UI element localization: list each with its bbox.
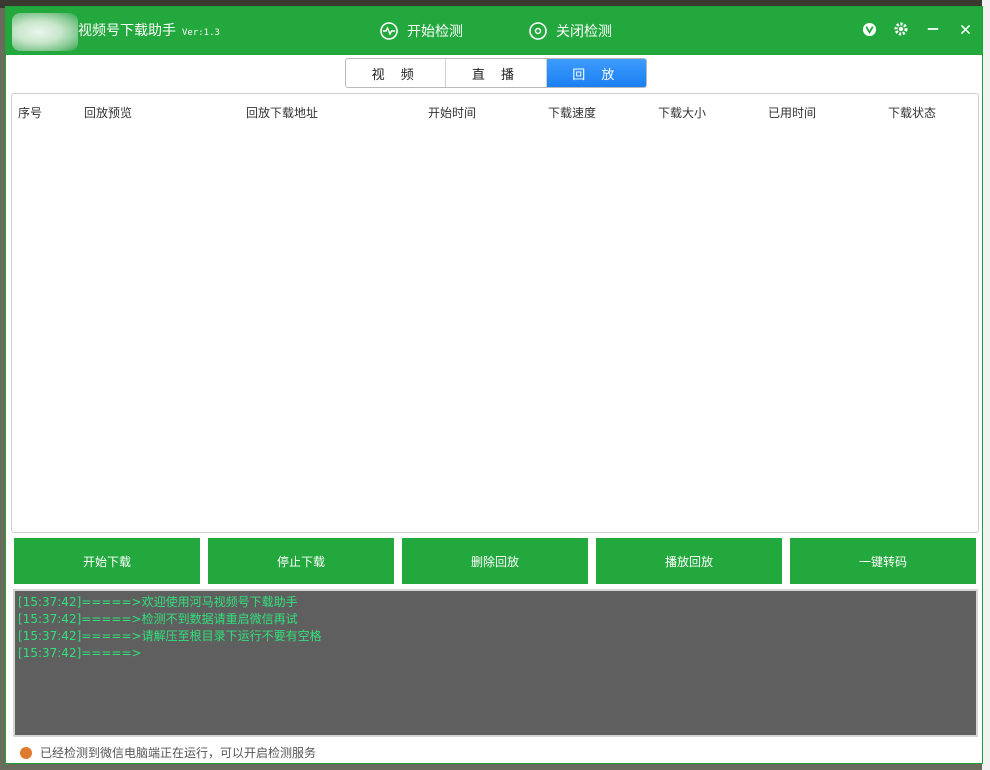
detect-icon [380,22,398,40]
gear-icon[interactable] [892,20,910,38]
tab-replay[interactable]: 回 放 [546,59,646,87]
tab-video[interactable]: 视 频 [346,59,447,87]
column-header-start-time[interactable]: 开始时间 [428,104,476,121]
column-header-speed[interactable]: 下载速度 [548,104,596,121]
delete-replay-button[interactable]: 删除回放 [402,538,588,584]
column-header-size[interactable]: 下载大小 [658,104,706,121]
title-bar[interactable]: 视频号下载助手 Ver:1.3 开始检测 关闭检测 [6,7,982,55]
status-text: 已经检测到微信电脑端正在运行，可以开启检测服务 [40,746,317,760]
log-line: [15:37:42]=====>请解压至根目录下运行不要有空格 [18,629,322,643]
stop-detect-button[interactable]: 关闭检测 [528,21,612,41]
log-line: [15:37:42]=====>欢迎使用河马视频号下载助手 [18,595,298,609]
start-detect-button[interactable]: 开始检测 [379,21,463,41]
stop-detect-label: 关闭检测 [556,24,612,40]
status-bar: 已经检测到微信电脑端正在运行，可以开启检测服务 [20,744,316,761]
app-window: 视频号下载助手 Ver:1.3 开始检测 关闭检测 视 频 直 播 回 放 序号… [5,6,983,764]
column-header-url[interactable]: 回放下载地址 [246,104,318,121]
column-header-index[interactable]: 序号 [18,104,42,121]
close-icon[interactable] [956,20,974,38]
stop-download-button[interactable]: 停止下载 [208,538,394,584]
start-download-button[interactable]: 开始下载 [14,538,200,584]
vip-badge-icon[interactable] [860,20,878,38]
desktop-edge [982,0,990,770]
play-replay-button[interactable]: 播放回放 [596,538,782,584]
window-controls [860,20,974,38]
column-header-elapsed[interactable]: 已用时间 [768,104,816,121]
tab-live[interactable]: 直 播 [446,59,547,87]
status-indicator-icon [20,746,32,759]
tab-bar: 视 频 直 播 回 放 [345,58,647,88]
log-line: [15:37:42]=====>检测不到数据请重启微信再试 [18,612,298,626]
replay-table[interactable]: 序号 回放预览 回放下载地址 开始时间 下载速度 下载大小 已用时间 下载状态 [11,93,979,533]
app-title: 视频号下载助手 [78,23,176,39]
minimize-icon[interactable] [924,20,942,38]
stop-circle-icon [529,22,547,40]
action-buttons: 开始下载 停止下载 删除回放 播放回放 一键转码 [14,538,976,584]
transcode-button[interactable]: 一键转码 [790,538,976,584]
log-line: [15:37:42]=====> [18,646,142,660]
column-header-preview[interactable]: 回放预览 [84,104,132,121]
start-detect-label: 开始检测 [407,24,463,40]
log-console[interactable]: [15:37:42]=====>欢迎使用河马视频号下载助手 [15:37:42]… [13,589,978,737]
app-logo [12,13,78,51]
app-version: Ver:1.3 [182,28,220,38]
table-header: 序号 回放预览 回放下载地址 开始时间 下载速度 下载大小 已用时间 下载状态 [12,104,978,124]
column-header-status[interactable]: 下载状态 [888,104,936,121]
